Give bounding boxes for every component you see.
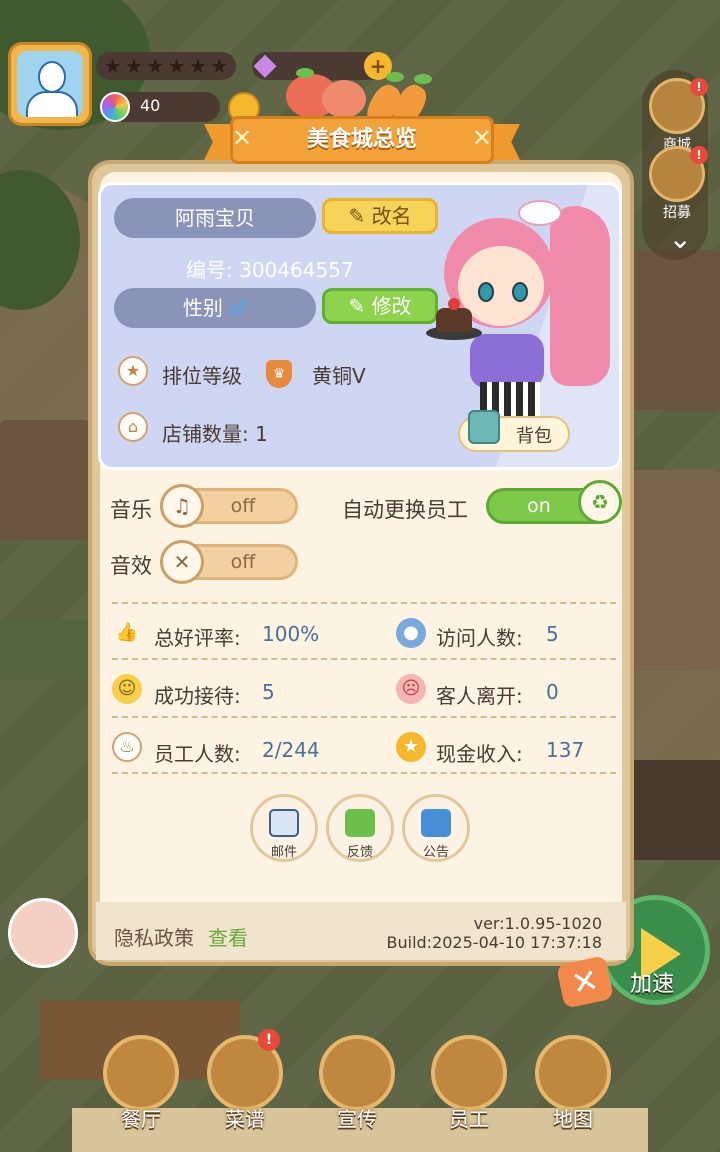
player-id: 编号: 300464557 — [186, 258, 354, 282]
store-count: 店铺数量: 1 — [162, 422, 268, 446]
chat-avatar-button[interactable] — [8, 898, 78, 968]
gender-label: 性别 — [182, 296, 223, 320]
fork-spoon-icon — [103, 1035, 179, 1111]
staff-value: 2/244 — [262, 738, 320, 762]
chef-icon — [431, 1035, 507, 1111]
coin-value: 40 — [140, 96, 161, 115]
avatar-icon — [17, 51, 83, 117]
medal-icon: ★ — [118, 356, 148, 386]
shop-button[interactable]: ! 商城 — [646, 78, 708, 154]
megaphone-icon — [319, 1035, 395, 1111]
visitors-value: 5 — [546, 622, 559, 646]
cash-label: 现金收入: — [436, 742, 523, 766]
nav-label: 宣传 — [337, 1107, 377, 1131]
modify-gender-button[interactable]: ✎ 修改 — [322, 288, 438, 324]
nav-map[interactable]: 地图 — [528, 1035, 618, 1132]
house-icon: ⌂ — [118, 412, 148, 442]
nav-promote[interactable]: 宣传 — [312, 1035, 402, 1132]
modify-label: 修改 — [371, 294, 412, 318]
sad-face-icon: ☹ — [396, 674, 426, 704]
recruit-button[interactable]: ! 招募 — [646, 146, 708, 222]
feedback-label: 反馈 — [346, 845, 373, 860]
backpack-button[interactable]: 背包 — [458, 410, 570, 452]
alert-badge: ! — [690, 146, 708, 164]
chevron-down-icon[interactable]: ⌄ — [669, 222, 692, 255]
alert-badge: ! — [690, 78, 708, 96]
backpack-icon — [468, 410, 500, 444]
gem-icon: ◆ — [253, 47, 277, 82]
rating-value: 100% — [262, 622, 320, 646]
served-label: 成功接待: — [154, 684, 241, 708]
backpack-label: 背包 — [516, 426, 552, 447]
nav-recipes[interactable]: ! 菜谱 — [200, 1029, 290, 1132]
rename-button[interactable]: ✎ 改名 — [322, 198, 438, 234]
staff-swap-icon: ♻ — [578, 480, 622, 524]
left-label: 客人离开: — [436, 684, 523, 708]
feedback-icon — [345, 809, 375, 837]
rank-label: 排位等级 — [162, 364, 242, 388]
star-icon: ★ — [167, 54, 186, 78]
sound-muted-icon: ✕ — [160, 540, 204, 584]
alert-badge: ! — [258, 1029, 280, 1051]
edit-icon: ✎ — [348, 204, 366, 228]
star-icon: ★ — [210, 54, 229, 78]
thumbs-up-icon: 👍 — [115, 622, 139, 643]
speed-label: 加速 — [630, 972, 675, 997]
version-text: ver:1.0.95-1020 — [473, 914, 602, 933]
nav-restaurant[interactable]: 餐厅 — [96, 1035, 186, 1132]
divider — [112, 716, 616, 718]
notice-icon — [421, 809, 451, 837]
star-rating: ★ ★ ★ ★ ★ ★ — [96, 52, 236, 80]
divider — [112, 772, 616, 774]
nav-label: 餐厅 — [121, 1107, 161, 1131]
served-value: 5 — [262, 680, 275, 704]
map-icon — [535, 1035, 611, 1111]
panel-title: 美食城总览 — [306, 127, 417, 152]
rainbow-coin-icon — [100, 92, 130, 122]
star-icon: ★ — [103, 54, 122, 78]
envelope-icon — [269, 809, 299, 837]
title-ribbon: ✕ ✕ 美食城总览 — [204, 110, 520, 166]
nav-label: 员工 — [449, 1107, 489, 1131]
visitors-label: 访问人数: — [436, 626, 523, 650]
divider — [112, 602, 616, 604]
music-muted-icon: ♫ — [160, 484, 204, 528]
divider — [112, 658, 616, 660]
music-label: 音乐 — [110, 498, 152, 522]
star-icon: ★ — [146, 54, 165, 78]
left-value: 0 — [546, 680, 559, 704]
chef-hat-icon: ♨ — [112, 732, 142, 762]
privacy-view-link[interactable]: 查看 — [208, 922, 248, 951]
notice-button[interactable]: 公告 — [402, 794, 470, 862]
staff-label: 员工人数: — [154, 742, 241, 766]
male-icon: ♂ — [229, 296, 248, 320]
nav-staff[interactable]: 员工 — [424, 1035, 514, 1132]
gender-row: 性别 ♂ — [114, 288, 316, 328]
nav-label: 菜谱 — [225, 1107, 265, 1131]
auto-staff-label: 自动更换员工 — [342, 498, 468, 522]
nav-label: 地图 — [553, 1107, 593, 1131]
sfx-label: 音效 — [110, 554, 152, 578]
privacy-label: 隐私政策 — [114, 926, 194, 950]
cash-coin-icon: ★ — [396, 732, 426, 762]
rank-value: 黄铜V — [312, 364, 366, 388]
bronze-rank-icon: ♛ — [266, 360, 292, 388]
smile-icon: ☺ — [112, 674, 142, 704]
feedback-button[interactable]: 反馈 — [326, 794, 394, 862]
visitors-icon: ● — [396, 618, 426, 648]
rating-label: 总好评率: — [154, 626, 241, 650]
star-icon: ★ — [189, 54, 207, 78]
build-text: Build:2025-04-10 17:37:18 — [386, 933, 602, 952]
mail-button[interactable]: 邮件 — [250, 794, 318, 862]
edit-icon: ✎ — [348, 294, 366, 318]
cash-value: 137 — [546, 738, 585, 762]
star-icon: ★ — [125, 54, 143, 78]
notice-label: 公告 — [422, 845, 449, 860]
recruit-label: 招募 — [663, 205, 691, 221]
mail-label: 邮件 — [270, 845, 297, 860]
player-name: 阿雨宝贝 — [114, 198, 316, 238]
rename-label: 改名 — [371, 204, 412, 228]
player-avatar[interactable] — [8, 42, 92, 126]
